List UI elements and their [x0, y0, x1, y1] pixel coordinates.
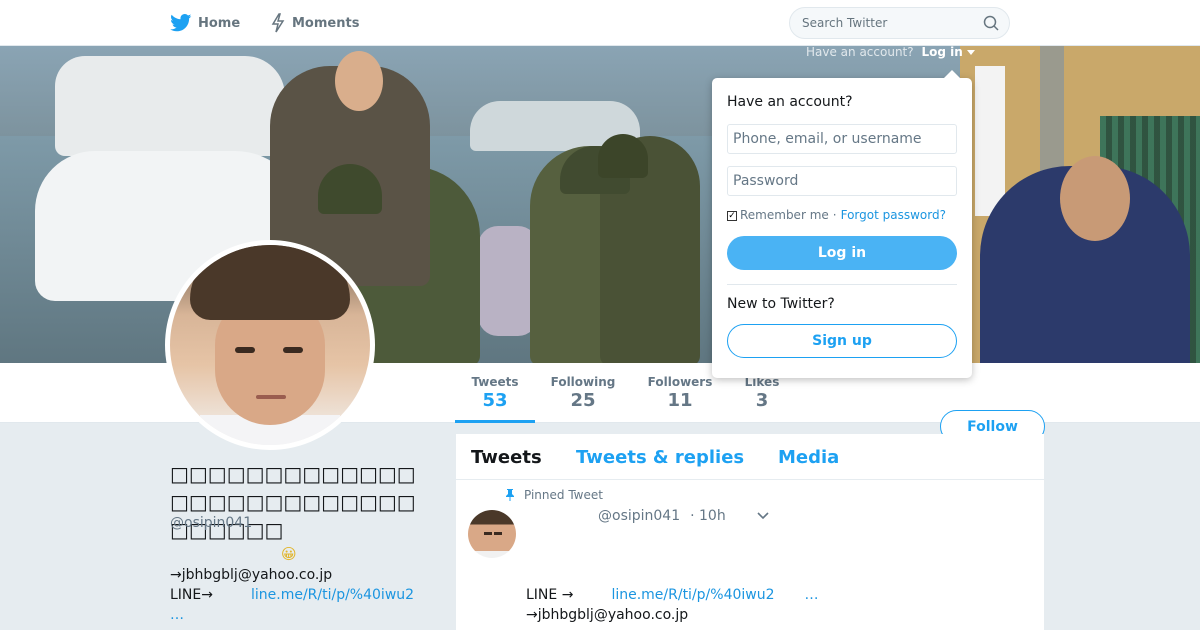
forgot-password-link[interactable]: Forgot password? — [841, 208, 946, 222]
nav-home-label: Home — [198, 15, 241, 31]
login-dropdown: Have an account? ✓ Remember me · Forgot … — [712, 70, 972, 378]
nav-moments-label: Moments — [292, 15, 360, 31]
nav-home[interactable]: Home — [170, 12, 240, 34]
stat-value: 3 — [755, 390, 769, 411]
remember-label[interactable]: Remember me — [740, 208, 829, 222]
search-icon[interactable] — [983, 15, 999, 31]
top-navigation: Home Moments — [0, 0, 1200, 46]
stat-label: Tweets — [471, 375, 519, 389]
tweet-text-prefix: LINE → — [526, 587, 574, 603]
profile-avatar[interactable] — [165, 240, 375, 450]
login-hint: Have an account? Log in — [806, 45, 975, 59]
banner-person-head — [1060, 156, 1130, 241]
avatar-mouth — [256, 395, 286, 399]
search-input[interactable] — [802, 14, 972, 32]
stat-following[interactable]: Following 25 — [545, 375, 621, 411]
tweet-avatar-eye — [484, 532, 492, 535]
chevron-down-icon[interactable] — [756, 511, 770, 521]
stat-tweets[interactable]: Tweets 53 — [455, 375, 535, 423]
username-field[interactable] — [727, 124, 957, 154]
bio-emoji: 😀 — [281, 545, 297, 563]
pinned-text: Pinned Tweet — [524, 488, 603, 502]
tweet-avatar[interactable] — [468, 510, 516, 558]
stat-value: 11 — [667, 390, 693, 411]
tab-media[interactable]: Media — [778, 447, 839, 468]
stat-followers[interactable]: Followers 11 — [640, 375, 720, 411]
stat-likes[interactable]: Likes 3 — [737, 375, 787, 411]
dropdown-caret — [944, 70, 960, 78]
login-hint-link[interactable]: Log in — [921, 45, 962, 59]
avatar-eye — [235, 347, 255, 353]
stat-label: Followers — [647, 375, 713, 389]
profile-screen-name[interactable]: @osipin041 — [170, 515, 252, 531]
avatar-hair — [190, 245, 350, 320]
timeline-tabs: Tweets Tweets & replies Media — [456, 434, 1044, 480]
remember-row: ✓ Remember me · Forgot password? — [727, 208, 946, 222]
banner-person-head — [335, 51, 383, 111]
lightning-icon — [271, 13, 285, 33]
stat-value: 53 — [482, 390, 508, 411]
tweet-link[interactable]: line.me/R/ti/p/%40iwu2 — [611, 587, 774, 603]
banner-bag — [478, 226, 538, 336]
profile-name[interactable]: □□□□□□□□□□□□□□□□□□□□□□□□□□□□□□□□ — [170, 460, 432, 544]
tweet-text-line: →jbhbgblj@yahoo.co.jp — [526, 607, 689, 623]
password-field[interactable] — [727, 166, 957, 196]
stat-label: Following — [550, 375, 616, 389]
twitter-bird-icon — [170, 14, 192, 32]
tab-tweets-replies[interactable]: Tweets & replies — [576, 447, 744, 468]
tweet-avatar-eye — [494, 532, 502, 535]
tweet-header: @osipin041 · 10h — [598, 508, 770, 524]
pin-icon — [506, 489, 514, 501]
banner-helmet — [598, 134, 648, 178]
timeline: Tweets Tweets & replies Media Pinned Twe… — [456, 434, 1044, 630]
tweet-screen-name[interactable]: @osipin041 — [598, 508, 680, 524]
banner-car — [55, 56, 285, 156]
signup-button[interactable]: Sign up — [727, 324, 957, 358]
banner-sign — [975, 66, 1005, 216]
bio-more-link[interactable]: … — [170, 607, 184, 623]
separator: · — [832, 208, 837, 222]
avatar-eye — [283, 347, 303, 353]
checkbox-icon[interactable]: ✓ — [727, 211, 737, 221]
nav-moments[interactable]: Moments — [270, 12, 359, 34]
avatar-image — [170, 245, 370, 445]
stat-value: 25 — [570, 390, 596, 411]
caret-down-icon — [966, 50, 975, 55]
search-box — [789, 7, 1010, 39]
login-button[interactable]: Log in — [727, 236, 957, 270]
pinned-tweet-label: Pinned Tweet — [506, 488, 603, 502]
dropdown-title: Have an account? — [727, 94, 853, 110]
bio-line: LINE→ line.me/R/ti/p/%40iwu2 — [170, 587, 414, 603]
bio-link[interactable]: line.me/R/ti/p/%40iwu2 — [251, 587, 414, 603]
bio-email: →jbhbgblj@yahoo.co.jp — [170, 567, 333, 583]
login-hint-text: Have an account? — [806, 45, 914, 59]
tweet-more-link[interactable]: … — [805, 587, 819, 603]
tweet-text-line: LINE → line.me/R/ti/p/%40iwu2 … — [526, 587, 819, 603]
new-to-twitter-label: New to Twitter? — [727, 296, 835, 312]
divider — [727, 284, 957, 285]
tweet-time[interactable]: · 10h — [690, 508, 726, 524]
bio-line-prefix: LINE→ — [170, 587, 213, 603]
tab-tweets[interactable]: Tweets — [471, 447, 542, 468]
